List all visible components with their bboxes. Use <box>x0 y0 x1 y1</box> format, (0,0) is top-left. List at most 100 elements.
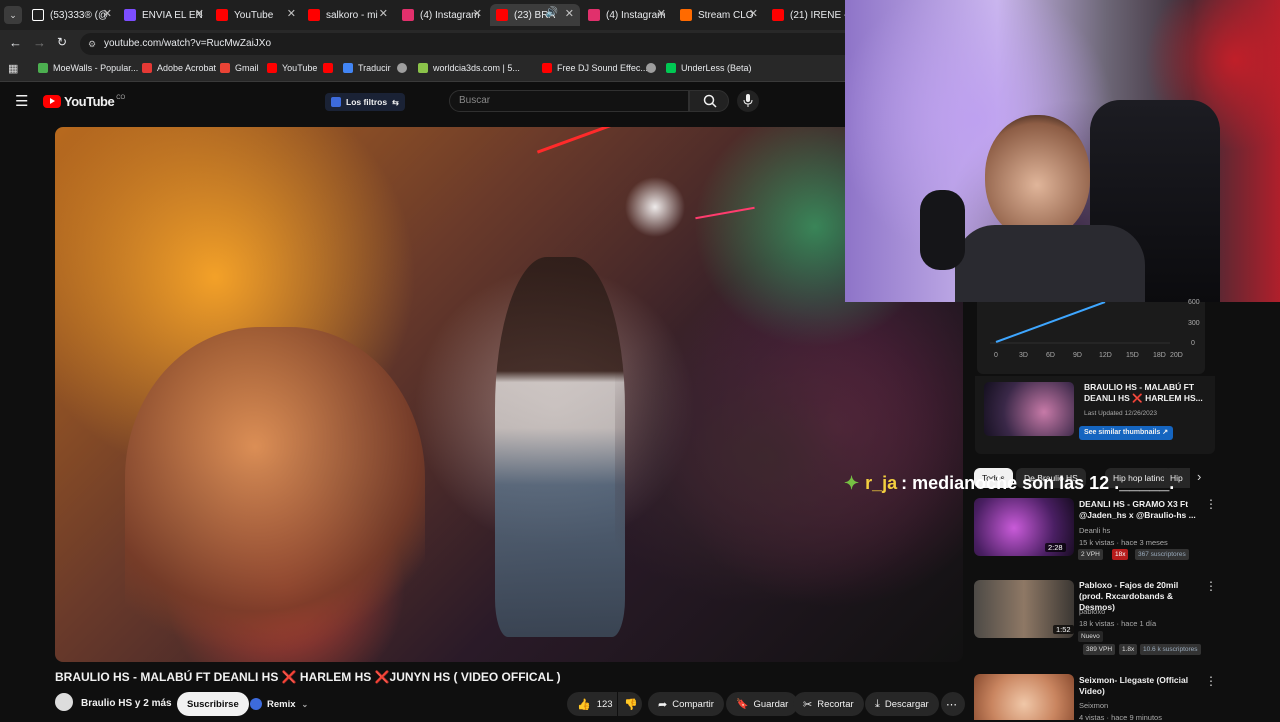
x-tick: 9D <box>1073 352 1082 359</box>
channel-name[interactable]: Braulio HS y 2 más <box>81 698 172 709</box>
search-button[interactable] <box>689 90 729 112</box>
recommended-title[interactable]: DEANLI HS - GRAMO X3 Ft @Jaden_hs x @Bra… <box>1079 499 1199 521</box>
bookmark-favicon-icon <box>142 63 152 73</box>
recommended-channel[interactable]: Deanli hs <box>1079 526 1110 535</box>
y-tick: 0 <box>1191 340 1195 347</box>
vph-badge: 2 VPH <box>1078 549 1103 560</box>
analysis-updated: Last Updated 12/26/2023 <box>1084 410 1158 417</box>
tab-close-icon[interactable]: ✕ <box>103 7 112 20</box>
hamburger-menu-icon[interactable]: ☰ <box>15 92 28 110</box>
remix-label: Remix <box>267 698 296 710</box>
similar-thumbnails-button[interactable]: See similar thumbnails ↗ <box>1079 426 1174 440</box>
back-arrow-icon[interactable]: ← <box>9 35 22 50</box>
gmail-icon <box>220 63 230 73</box>
multiplier-badge: 1.8x <box>1119 644 1138 655</box>
video-frame-dancer <box>495 257 625 637</box>
instagram-favicon-icon <box>402 9 414 21</box>
bookmark-item[interactable]: Traducir <box>343 63 391 73</box>
browser-tab-active[interactable]: (23) BRA 🔊 ✕ <box>490 4 580 26</box>
bookmark-label: worldcia3ds.com | 5... <box>433 63 520 73</box>
more-vertical-icon[interactable]: ⋮ <box>1205 579 1217 593</box>
bookmark-item[interactable]: worldcia3ds.com | 5... <box>418 63 520 73</box>
filter-logo-icon <box>331 97 341 107</box>
dislike-button[interactable]: 👎 <box>618 692 642 716</box>
reload-icon[interactable]: ↻ <box>57 35 67 49</box>
tab-close-icon[interactable]: ✕ <box>749 7 758 20</box>
bookmark-item[interactable]: YouTube <box>267 63 317 73</box>
tab-title: (53)333® (@ <box>50 9 109 21</box>
bookmark-item[interactable]: Free DJ Sound Effec... <box>542 63 648 73</box>
tab-title: (4) Instagram <box>420 9 480 21</box>
save-button[interactable]: 🔖 Guardar <box>726 692 799 716</box>
tab-close-icon[interactable]: ✕ <box>657 7 666 20</box>
video-frame-laser <box>536 127 614 154</box>
video-frame-crowd <box>615 307 955 607</box>
filters-label: Los filtros <box>346 97 388 107</box>
video-player[interactable] <box>55 127 963 662</box>
subscribe-button[interactable]: Suscribirse <box>177 692 249 716</box>
x-tick: 18D <box>1153 352 1166 359</box>
tab-close-icon[interactable]: ✕ <box>565 7 574 20</box>
browser-tab[interactable]: Stream CLO ✕ <box>674 4 764 26</box>
recommended-meta: 15 k vistas · hace 3 meses <box>1079 538 1168 547</box>
bookmark-label: YouTube <box>282 63 318 73</box>
recommended-thumbnail[interactable] <box>974 674 1074 720</box>
scissors-icon: ✂ <box>803 698 813 711</box>
video-frame-laser <box>695 206 755 220</box>
bookmark-item[interactable]: Gmail <box>220 63 259 73</box>
browser-tab[interactable]: (4) Instagram ✕ <box>396 4 488 26</box>
browser-tab[interactable]: YouTube ✕ <box>210 4 302 26</box>
clip-button[interactable]: ✂ Recortar <box>793 692 864 716</box>
bookmark-item[interactable] <box>397 63 412 73</box>
share-button[interactable]: ➦ Compartir <box>648 692 724 716</box>
tab-search-dropdown-icon[interactable]: ⌄ <box>4 6 22 24</box>
forward-arrow-icon[interactable]: → <box>33 35 46 50</box>
browser-tab[interactable]: (4) Instagram ✕ <box>582 4 672 26</box>
more-vertical-icon[interactable]: ⋮ <box>1205 497 1217 511</box>
video-duration: 2:28 <box>1045 543 1066 552</box>
filters-button[interactable]: Los filtros ⇆ <box>325 93 405 111</box>
youtube-favicon-icon <box>308 9 320 21</box>
browser-tab[interactable]: (53)333® (@ ✕ <box>26 4 118 26</box>
bookmark-item[interactable]: UnderLess (Beta) <box>666 63 752 73</box>
bookmark-item[interactable] <box>646 63 661 73</box>
browser-tab[interactable]: ENVIA EL EN ✕ <box>118 4 210 26</box>
apps-grid-icon[interactable]: ▦ <box>8 62 18 75</box>
analysis-video-title[interactable]: BRAULIO HS - MALABÚ FT DEANLI HS ❌ HARLE… <box>1084 382 1209 404</box>
tab-favicon-icon <box>680 9 692 21</box>
recommended-title[interactable]: Seixmon- Llegaste (Official Video) <box>1079 675 1199 697</box>
site-info-icon[interactable]: ⚙ <box>88 33 96 55</box>
bookmark-item[interactable] <box>323 63 338 73</box>
voice-search-button[interactable] <box>737 90 759 112</box>
video-frame-figure <box>125 327 425 662</box>
youtube-logo[interactable]: YouTube CO <box>43 94 125 109</box>
like-button[interactable]: 👍 123 <box>567 692 617 716</box>
remix-button[interactable]: Remix ⌄ <box>248 692 318 716</box>
browser-tab[interactable]: (21) IRENE - <box>766 4 845 26</box>
recommended-channel[interactable]: pabloxo <box>1079 607 1105 616</box>
country-code: CO <box>116 94 126 101</box>
download-label: Descargar <box>884 698 929 710</box>
browser-tab[interactable]: salkoro - mi ✕ <box>302 4 394 26</box>
analysis-thumbnail[interactable] <box>984 382 1074 436</box>
tab-close-icon[interactable]: ✕ <box>473 7 482 20</box>
search-input[interactable]: Buscar <box>449 90 689 112</box>
thumbs-up-icon: 👍 <box>577 698 591 711</box>
youtube-favicon-icon <box>542 63 552 73</box>
bookmark-item[interactable]: MoeWalls - Popular... <box>38 63 138 73</box>
more-vertical-icon[interactable]: ⋮ <box>1205 674 1217 688</box>
youtube-favicon-icon <box>323 63 333 73</box>
bookmark-label: Free DJ Sound Effec... <box>557 63 648 73</box>
tab-close-icon[interactable]: ✕ <box>195 7 204 20</box>
bookmark-item[interactable]: Adobe Acrobat <box>142 63 216 73</box>
audio-playing-icon[interactable]: 🔊 <box>546 7 558 18</box>
bookmark-label: UnderLess (Beta) <box>681 63 752 73</box>
channel-avatar[interactable] <box>55 693 73 711</box>
tab-close-icon[interactable]: ✕ <box>379 7 388 20</box>
views-growth-chart <box>990 302 1170 344</box>
bookmark-favicon-icon <box>38 63 48 73</box>
recommended-channel[interactable]: Seixmon <box>1079 701 1108 710</box>
tab-close-icon[interactable]: ✕ <box>287 7 296 20</box>
more-actions-button[interactable]: ⋯ <box>941 692 965 716</box>
download-button[interactable]: ⤓ Descargar <box>865 692 939 716</box>
